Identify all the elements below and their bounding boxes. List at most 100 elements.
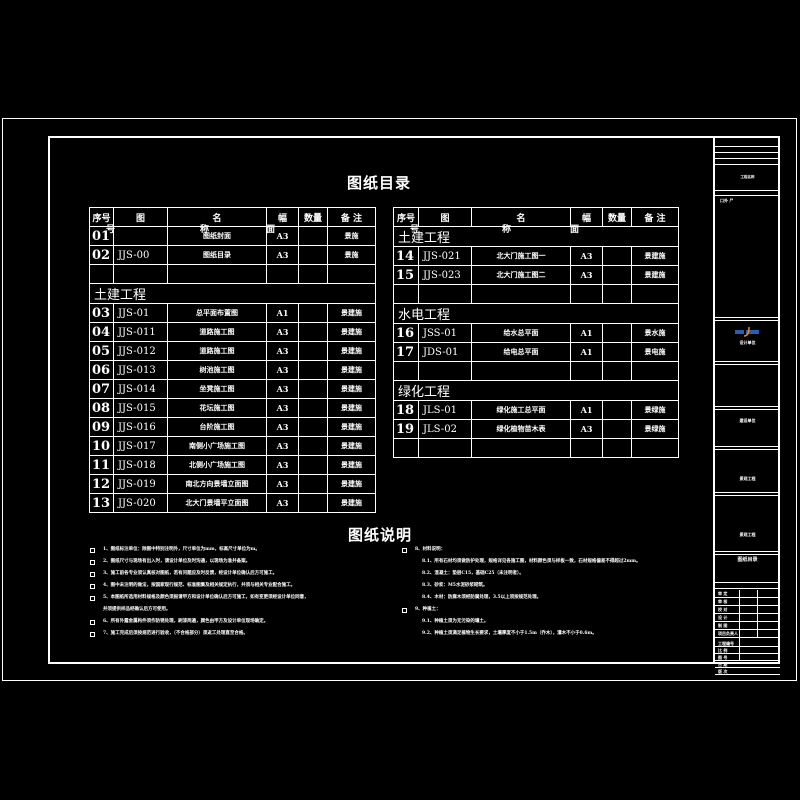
drawing-code: JJS-015 <box>113 398 168 418</box>
empty-cell <box>471 361 571 381</box>
drawing-name: 给水总平面 <box>471 323 571 343</box>
header-qty: 数量 <box>602 207 632 227</box>
blank-row <box>89 264 376 284</box>
sheet-number: 04 <box>89 322 114 342</box>
note-item: 5、本图纸所选用材料规格及颜色须报请甲方和设计单位确认后方可施工，如有变更须经设… <box>90 592 309 604</box>
drawing-code: JJS-023 <box>418 265 472 285</box>
header-ming: 名 <box>167 207 267 227</box>
header-remark: 备 注 <box>327 207 376 227</box>
note-item: 3、施工前各专业须认真核对图纸，若有问题应及时反馈，经设计单位确认后方可施工。 <box>90 568 309 580</box>
sheet-size: A3 <box>266 379 299 399</box>
bullet-icon <box>90 619 95 625</box>
sheet-size: A3 <box>570 265 603 285</box>
remark: 景施 <box>327 226 376 246</box>
table-row: 06 JJS-013 树池施工图 A3 景建施 <box>89 360 376 380</box>
sheet-size: A3 <box>266 474 299 494</box>
sheet-number: 13 <box>89 493 114 513</box>
note-text: 4、图中未注明的做法，按国家现行规范、标准图集及相关规定执行，并须与相关专业配合… <box>103 583 296 588</box>
drawing-code: JDS-01 <box>418 342 472 362</box>
sheet-number: 12 <box>89 474 114 494</box>
quantity <box>602 265 632 285</box>
table-row: 02 JJS-00 图纸目录 A3 景施 <box>89 245 376 265</box>
company-logo-icon <box>735 323 760 337</box>
drawing-name: 树池施工图 <box>167 360 267 380</box>
note-text: 1、图纸标注单位：除图中特别注明外，尺寸单位为mm，标高尺寸单位为m。 <box>103 547 260 552</box>
empty-cell <box>393 284 419 304</box>
empty-cell <box>602 284 632 304</box>
drawing-name: 南北方向景墙立面图 <box>167 474 267 494</box>
empty-cell <box>602 361 632 381</box>
drawing-name: 北大门景墙平立面图 <box>167 493 267 513</box>
remark: 景施 <box>327 245 376 265</box>
table-header: 序号 图 名 幅 数量 备 注 <box>89 207 376 227</box>
sheet-number: 03 <box>89 303 114 323</box>
quantity <box>298 379 328 399</box>
meta-label: 工程编号 <box>718 641 734 646</box>
remark: 景水施 <box>631 323 679 343</box>
drawing-code: JLS-02 <box>418 419 472 439</box>
bullet-icon <box>90 547 95 553</box>
quantity <box>602 419 632 439</box>
header-overflow-cheng: 称 <box>502 225 512 235</box>
note-subitem: 8.2、混凝土：垫层C15，基础C25（未注明者）。 <box>422 571 524 576</box>
sheet-number: 09 <box>89 417 114 437</box>
table-row: 19 JLS-02 绿化植物苗木表 A3 景绿施 <box>393 419 679 439</box>
note-subitem: 8.4、木材：防腐木须经防腐处理，3.5以上须按规范处理。 <box>422 595 542 600</box>
section-label: 土建工程 <box>89 283 376 304</box>
table-row: 14 JJS-021 北大门施工图一 A3 景建施 <box>393 246 679 266</box>
bullet-icon <box>90 559 95 565</box>
sheet-number: 08 <box>89 398 114 418</box>
drawing-name: 台阶施工图 <box>167 417 267 437</box>
drawing-title: 图纸目录 <box>737 557 758 563</box>
sheet-size: A1 <box>570 323 603 343</box>
section-row: 绿化工程 <box>393 380 679 401</box>
drawing-code: JJS-014 <box>113 379 168 399</box>
empty-cell <box>602 438 632 458</box>
note-item: 2、图纸尺寸与现场有出入时，请设计单位及时沟通，以现场为准并备案。 <box>90 556 309 568</box>
drawing-code: JJS-021 <box>418 246 472 266</box>
quantity <box>298 245 328 265</box>
quantity <box>298 322 328 342</box>
header-overflow-hao: 号 <box>106 225 116 235</box>
quantity <box>602 342 632 362</box>
empty-cell <box>570 438 603 458</box>
sheet-size: A3 <box>266 455 299 475</box>
table-row: 05 JJS-012 道路施工图 A3 景建施 <box>89 341 376 361</box>
section-row: 土建工程 <box>89 283 376 304</box>
remark: 景建施 <box>327 417 376 437</box>
blank-row <box>393 361 679 381</box>
note-subitem: 8.1、所有石材均须做防护处理，规格详见各施工图，材料颜色须与样板一致，石材规格… <box>422 559 641 564</box>
note-text: 2、图纸尺寸与现场有出入时，请设计单位及时沟通，以现场为准并备案。 <box>103 559 251 564</box>
sheet-number: 19 <box>393 419 419 439</box>
signoff-label: 制 图 <box>718 623 728 628</box>
drawing-code: JJS-016 <box>113 417 168 437</box>
empty-cell <box>471 284 571 304</box>
note-item: 并须提供样品经确认后方可使用。 <box>90 604 309 616</box>
drawing-code: JJS-011 <box>113 322 168 342</box>
notes-left-column: 1、图纸标注单位：除图中特别注明外，尺寸单位为mm，标高尺寸单位为m。 2、图纸尺… <box>90 544 309 640</box>
design-company-name: 设计单位 <box>739 340 756 345</box>
sheet-number: 11 <box>89 455 114 475</box>
drawing-name: 北大门施工图一 <box>471 246 571 266</box>
empty-cell <box>471 438 571 458</box>
empty-cell <box>418 438 472 458</box>
remark: 景建施 <box>327 493 376 513</box>
title-block-project: 工程名称 <box>740 175 755 179</box>
header-tu: 图 <box>418 207 472 227</box>
empty-cell <box>570 284 603 304</box>
remark: 景绿施 <box>631 400 679 420</box>
drawing-name: 南侧小广场施工图 <box>167 436 267 456</box>
notes-title: 图纸说明 <box>348 526 413 544</box>
table-row: 18 JLS-01 绿化施工总平面 A1 景绿施 <box>393 400 679 420</box>
meta-label: 图 号 <box>718 655 728 660</box>
note-item: 1、图纸标注单位：除图中特别注明外，尺寸单位为mm，标高尺寸单位为m。 <box>90 544 309 556</box>
sheet-number: 15 <box>393 265 419 285</box>
sheet-size: A3 <box>266 360 299 380</box>
empty-cell <box>393 361 419 381</box>
header-qty: 数量 <box>298 207 328 227</box>
empty-cell <box>393 438 419 458</box>
empty-cell <box>266 264 299 284</box>
quantity <box>298 474 328 494</box>
sheet-number: 18 <box>393 400 419 420</box>
note-subitem: 8.3、砂浆：M5水泥砂浆砌筑。 <box>422 583 488 588</box>
